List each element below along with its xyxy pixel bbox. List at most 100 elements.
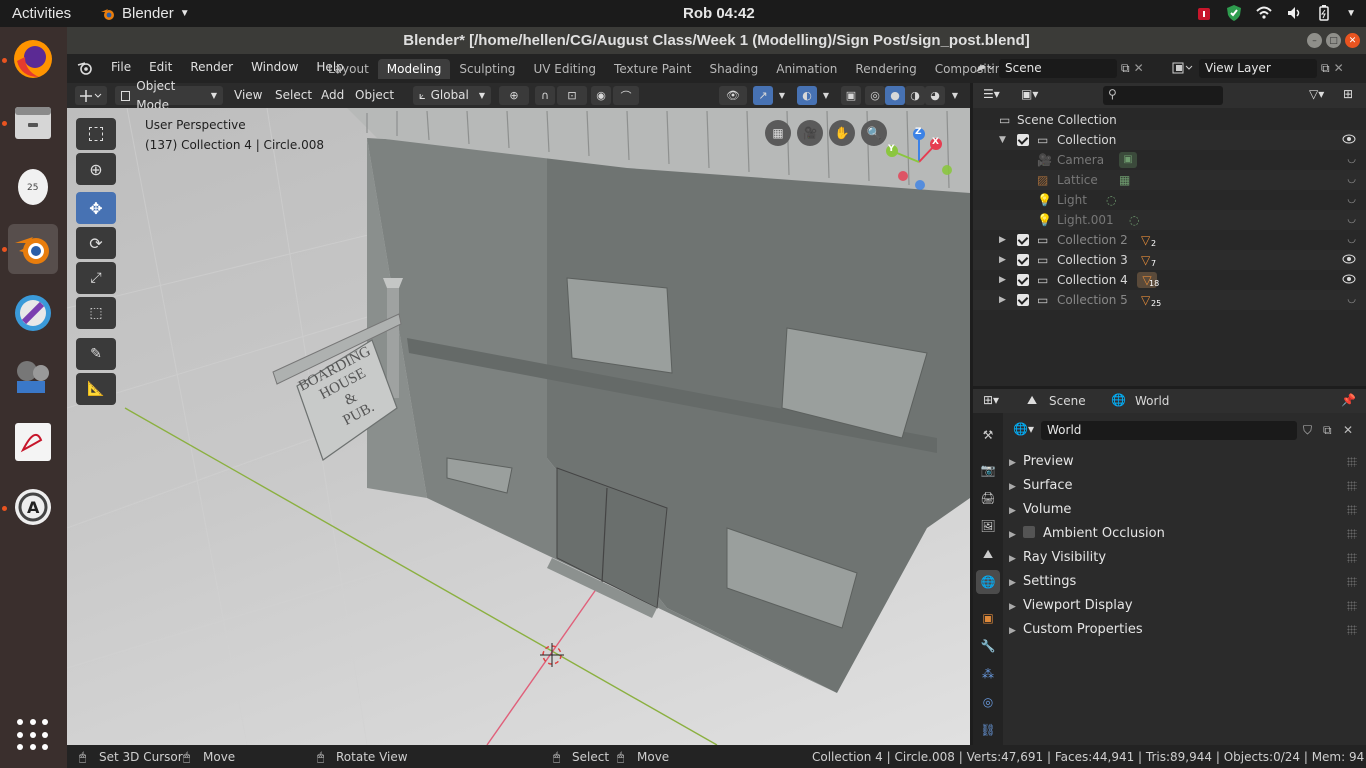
- hidden-eye-icon[interactable]: ◡: [1347, 150, 1356, 170]
- tab-tool[interactable]: ⚒: [976, 423, 1000, 447]
- collection-checkbox[interactable]: [1017, 294, 1029, 306]
- select-menu[interactable]: Select: [275, 86, 312, 105]
- drag-handle-icon[interactable]: [1347, 529, 1357, 539]
- outliner-collection[interactable]: ▼ ▭ Collection: [973, 130, 1366, 150]
- app-menu[interactable]: Blender ▼: [100, 5, 190, 22]
- minimize-button[interactable]: –: [1307, 33, 1322, 48]
- shield-icon[interactable]: [1226, 4, 1242, 22]
- hidden-eye-icon[interactable]: ◡: [1347, 230, 1356, 250]
- transform-orientation-dropdown[interactable]: ⟀ Global ▼: [413, 86, 491, 105]
- gizmo-toggle[interactable]: ↗: [753, 86, 773, 105]
- 3d-cursor-icon[interactable]: [537, 640, 567, 670]
- unlink-world-icon[interactable]: ✕: [1343, 423, 1353, 437]
- tab-output[interactable]: 🖨: [976, 486, 1000, 510]
- collection-checkbox[interactable]: [1017, 254, 1029, 266]
- power-menu-chevron-icon[interactable]: ▼: [1346, 8, 1356, 19]
- material-shading-button[interactable]: ◑: [905, 86, 925, 105]
- tab-layout[interactable]: Layout: [319, 59, 378, 79]
- panel-preview[interactable]: ▶ Preview: [1009, 451, 1359, 473]
- dock-video-editor[interactable]: [8, 352, 58, 402]
- scene-selector[interactable]: Scene ⧉ ✕: [973, 58, 1153, 78]
- panel-viewport-display[interactable]: ▶ Viewport Display: [1009, 595, 1359, 617]
- tab-modeling[interactable]: Modeling: [377, 59, 451, 79]
- editor-type-button[interactable]: [75, 86, 107, 105]
- properties-editor-type-icon[interactable]: ⊞▾: [983, 393, 999, 407]
- snap-toggle[interactable]: ∩: [535, 86, 555, 105]
- new-world-icon[interactable]: ⧉: [1323, 423, 1332, 438]
- volume-icon[interactable]: [1286, 4, 1302, 22]
- collection-checkbox[interactable]: [1017, 134, 1029, 146]
- panel-volume[interactable]: ▶ Volume: [1009, 499, 1359, 521]
- outliner-collection-4[interactable]: ▶ ▭ Collection 4 ▽ 18: [973, 270, 1366, 290]
- outliner-camera[interactable]: 🎥 Camera ▣ ◡: [973, 150, 1366, 170]
- update-icon[interactable]: [1196, 4, 1212, 22]
- close-button[interactable]: ✕: [1345, 33, 1360, 48]
- gizmo-dropdown[interactable]: ▼: [775, 86, 789, 105]
- pin-icon[interactable]: 📌: [1341, 393, 1356, 407]
- outliner-light[interactable]: 💡 Light ◌ ◡: [973, 190, 1366, 210]
- zoom-view-button[interactable]: 🔍: [861, 120, 887, 146]
- maximize-button[interactable]: □: [1326, 33, 1341, 48]
- tool-select-box[interactable]: [76, 118, 116, 150]
- tab-world[interactable]: 🌐: [976, 570, 1000, 594]
- panel-surface[interactable]: ▶ Surface: [1009, 475, 1359, 497]
- drag-handle-icon[interactable]: [1347, 577, 1357, 587]
- hidden-eye-icon[interactable]: ◡: [1347, 190, 1356, 210]
- add-menu[interactable]: Add: [321, 86, 344, 105]
- dock-files[interactable]: [8, 97, 58, 147]
- tool-scale[interactable]: ⤢: [76, 262, 116, 294]
- delete-scene-icon[interactable]: ✕: [1134, 61, 1144, 75]
- overlays-toggle[interactable]: ◐: [797, 86, 817, 105]
- tab-particles[interactable]: ⁂: [976, 662, 1000, 686]
- scene-name-field[interactable]: Scene: [999, 58, 1117, 78]
- mode-dropdown[interactable]: Object Mode ▼: [115, 79, 223, 112]
- tab-constraints[interactable]: ⛓: [976, 718, 1000, 742]
- tab-view-layer[interactable]: 🖼: [976, 514, 1000, 538]
- toggle-camera-view-button[interactable]: ▦: [765, 120, 791, 146]
- ambient-occlusion-checkbox[interactable]: [1023, 526, 1035, 538]
- hidden-eye-icon[interactable]: ◡: [1347, 290, 1356, 310]
- proportional-edit-toggle[interactable]: ◉: [591, 86, 611, 105]
- menu-window[interactable]: Window: [242, 60, 307, 74]
- battery-icon[interactable]: [1316, 4, 1332, 22]
- outliner-collection-2[interactable]: ▶ ▭ Collection 2 ▽ 2 ◡: [973, 230, 1366, 250]
- outliner-scene-collection[interactable]: ▭ Scene Collection: [973, 110, 1366, 130]
- drag-handle-icon[interactable]: [1347, 601, 1357, 611]
- falloff-button[interactable]: ⌒: [613, 86, 639, 105]
- tab-animation[interactable]: Animation: [767, 59, 846, 79]
- dock-document-viewer[interactable]: [8, 417, 58, 467]
- overlays-dropdown[interactable]: ▼: [819, 86, 833, 105]
- tool-move[interactable]: ✥: [76, 192, 116, 224]
- world-context-label[interactable]: World: [1135, 394, 1169, 408]
- tab-physics[interactable]: ◎: [976, 690, 1000, 714]
- panel-ambient-occlusion[interactable]: ▶ Ambient Occlusion: [1009, 523, 1359, 545]
- expand-arrow-icon[interactable]: ▶: [999, 270, 1006, 290]
- panel-ray-visibility[interactable]: ▶ Ray Visibility: [1009, 547, 1359, 569]
- expand-arrow-icon[interactable]: ▶: [999, 290, 1006, 310]
- tab-sculpting[interactable]: Sculpting: [450, 59, 524, 79]
- scene-context-label[interactable]: Scene: [1049, 394, 1086, 408]
- tab-uv-editing[interactable]: UV Editing: [524, 59, 605, 79]
- dock-firefox[interactable]: [8, 34, 58, 84]
- world-datablock-icon[interactable]: 🌐▾: [1013, 422, 1034, 436]
- display-mode-icon[interactable]: ▣▾: [1021, 87, 1038, 101]
- rendered-shading-button[interactable]: ◕: [925, 86, 945, 105]
- dock-blender[interactable]: [8, 224, 58, 274]
- drag-handle-icon[interactable]: [1347, 457, 1357, 467]
- tab-texture-paint[interactable]: Texture Paint: [605, 59, 700, 79]
- shading-dropdown[interactable]: ▼: [947, 86, 963, 105]
- wireframe-shading-button[interactable]: ◎: [865, 86, 885, 105]
- dock-timer[interactable]: 25: [8, 160, 58, 210]
- drag-handle-icon[interactable]: [1347, 625, 1357, 635]
- fake-user-icon[interactable]: ⛉: [1303, 423, 1312, 438]
- clock[interactable]: Rob 04:42: [683, 5, 755, 22]
- drag-handle-icon[interactable]: [1347, 505, 1357, 515]
- tab-render[interactable]: 📷: [976, 458, 1000, 482]
- tool-annotate[interactable]: ✎: [76, 338, 116, 370]
- tool-measure[interactable]: 📐: [76, 373, 116, 405]
- dock-krita[interactable]: [8, 288, 58, 338]
- outliner-collection-5[interactable]: ▶ ▭ Collection 5 ▽ 25 ◡: [973, 290, 1366, 310]
- menu-file[interactable]: File: [102, 60, 140, 74]
- eye-icon[interactable]: [1342, 254, 1356, 264]
- expand-arrow-icon[interactable]: ▼: [999, 130, 1006, 150]
